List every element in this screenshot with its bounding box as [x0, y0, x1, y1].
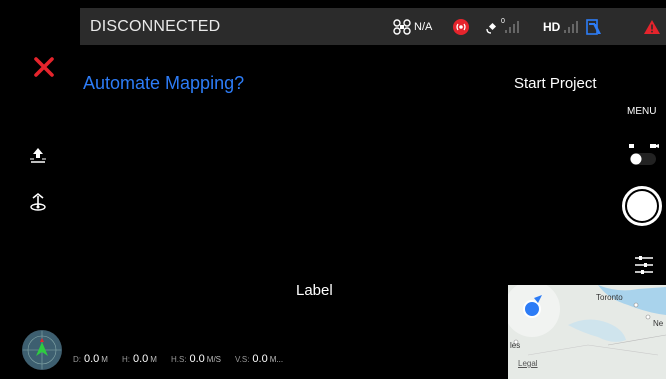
- center-label: Label: [296, 282, 333, 299]
- battery-status[interactable]: [585, 8, 603, 45]
- menu-button[interactable]: MENU: [627, 106, 656, 117]
- return-home-icon: [30, 192, 46, 211]
- drone-icon: [393, 18, 411, 35]
- horizontal-speed-readout: H.S: 0.0 M/S: [170, 353, 222, 365]
- map-legal-link[interactable]: Legal: [518, 359, 538, 368]
- connection-status[interactable]: DISCONNECTED: [90, 8, 220, 45]
- warning-status[interactable]: [644, 8, 660, 45]
- top-status-bar: DISCONNECTED N/A 0 HD: [80, 8, 666, 45]
- photo-video-switch-icon: [629, 144, 659, 165]
- distance-readout: D: 0.0 M: [73, 353, 108, 365]
- map-city-label-new: Ne: [653, 319, 664, 328]
- shutter-button-inner: [627, 191, 657, 221]
- height-readout: H: 0.0 M: [121, 353, 157, 365]
- hd-signal-bars-icon: [564, 20, 579, 33]
- automate-mapping-title[interactable]: Automate Mapping?: [83, 73, 244, 94]
- satellite-status[interactable]: 0: [485, 8, 519, 45]
- vertical-speed-readout: V.S: 0.0 M...: [235, 353, 284, 365]
- return-home-button[interactable]: [28, 192, 48, 212]
- battery-icon: [586, 18, 601, 35]
- sliders-icon: [635, 256, 653, 274]
- shutter-button[interactable]: [622, 186, 662, 226]
- signal-alert-icon: [453, 18, 469, 35]
- close-button[interactable]: [33, 56, 55, 78]
- takeoff-button[interactable]: [28, 145, 48, 165]
- aircraft-status[interactable]: N/A: [393, 8, 432, 45]
- camera-settings-button[interactable]: [633, 254, 655, 276]
- start-project-button[interactable]: Start Project: [514, 75, 597, 92]
- close-icon: [34, 57, 54, 77]
- attitude-indicator[interactable]: [22, 330, 62, 370]
- hd-label: HD: [543, 19, 561, 34]
- hd-signal-status[interactable]: HD: [543, 8, 579, 45]
- warning-icon: [644, 19, 660, 34]
- takeoff-icon: [30, 148, 46, 163]
- gps-status-value: N/A: [414, 20, 433, 33]
- telemetry-bar: D: 0.0 M H: 0.0 M H.S: 0.0 M/S V.S: 0.0 M...: [73, 353, 297, 365]
- signal-warning[interactable]: [452, 8, 470, 45]
- satellite-icon: [486, 22, 497, 34]
- map-city-label-partial: les: [510, 341, 521, 350]
- compass-icon: [23, 331, 61, 369]
- map-city-label-toronto: Toronto: [596, 293, 623, 302]
- photo-video-toggle[interactable]: [628, 142, 660, 168]
- mini-map[interactable]: Toronto Ne les Legal: [508, 285, 666, 379]
- gps-signal-bars-icon: [504, 20, 519, 33]
